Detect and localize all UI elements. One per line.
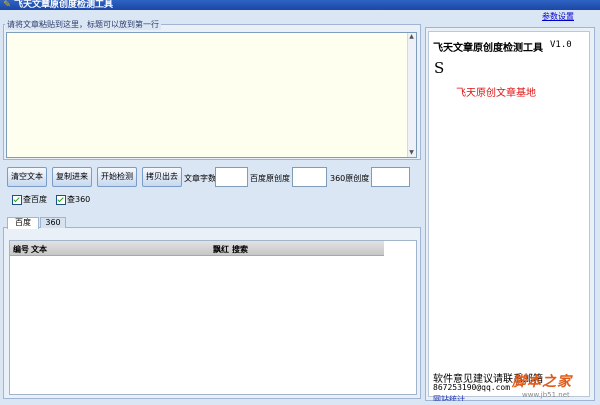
result-table[interactable] xyxy=(9,240,417,395)
article-scrollbar[interactable] xyxy=(407,33,416,157)
column-header-highlight[interactable]: 飘红 xyxy=(213,244,229,255)
scroll-up-arrow-icon[interactable]: ▲ xyxy=(407,33,416,41)
checkbox-checked-icon[interactable] xyxy=(56,194,66,205)
word-count-field[interactable] xyxy=(215,167,248,187)
slogan-text: 飞天原创文章基地 xyxy=(456,88,536,99)
check-360-checkbox[interactable]: 查360 xyxy=(56,194,90,205)
360-originality-label: 360原创度 xyxy=(330,174,370,183)
settings-link[interactable]: 参数设置 xyxy=(542,11,574,22)
version-label: V1.0 xyxy=(550,40,572,50)
column-header-text[interactable]: 文本 xyxy=(31,244,47,255)
watermark-logo: 脚本之家 xyxy=(512,374,572,390)
checkbox-checked-icon[interactable] xyxy=(12,194,22,205)
column-header-search[interactable]: 搜索 xyxy=(232,244,248,255)
copy-in-button[interactable]: 复制进来 xyxy=(52,167,92,187)
scroll-down-arrow-icon[interactable]: ▼ xyxy=(407,149,416,157)
tab-baidu[interactable]: 百度 xyxy=(7,217,39,229)
info-letter: S xyxy=(434,59,445,77)
baidu-originality-label: 百度原创度 xyxy=(250,174,290,183)
info-title: 飞天文章原创度检测工具 xyxy=(433,43,543,54)
article-input-legend: 请将文章粘贴到这里，标题可以放到第一行 xyxy=(5,19,161,30)
check-360-label: 查360 xyxy=(67,195,91,204)
start-check-button[interactable]: 开始检测 xyxy=(97,167,137,187)
360-originality-field[interactable] xyxy=(371,167,410,187)
tab-360[interactable]: 360 xyxy=(40,217,66,228)
stats-link[interactable]: 网站统计 xyxy=(433,394,465,401)
feather-icon: ✎ xyxy=(3,0,11,10)
check-baidu-label: 查百度 xyxy=(23,195,47,204)
copy-out-button[interactable]: 拷贝出去 xyxy=(142,167,182,187)
clear-text-button[interactable]: 清空文本 xyxy=(7,167,47,187)
watermark-url: www.jb51.net xyxy=(522,391,570,399)
word-count-label: 文章字数 xyxy=(184,174,216,183)
table-header xyxy=(10,241,384,256)
article-input[interactable] xyxy=(6,32,417,158)
check-baidu-checkbox[interactable]: 查百度 xyxy=(12,194,47,205)
baidu-originality-field[interactable] xyxy=(292,167,327,187)
feedback-email: 867253190@qq.com xyxy=(433,383,511,392)
column-header-number[interactable]: 编号 xyxy=(13,244,29,255)
